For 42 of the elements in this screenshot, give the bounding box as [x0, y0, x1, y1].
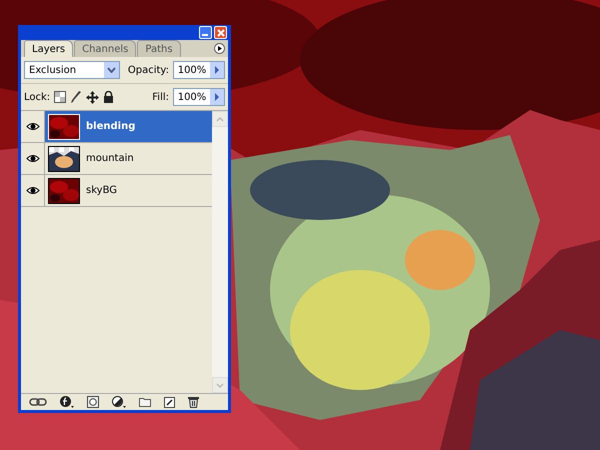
- layer-thumbnail: [48, 114, 80, 140]
- layer-style-icon[interactable]: [60, 396, 74, 408]
- panel-tab[interactable]: Layers: [24, 40, 74, 57]
- fill-field[interactable]: 100%: [173, 88, 225, 106]
- fill-label: Fill:: [152, 90, 169, 104]
- lock-label: Lock:: [24, 90, 50, 104]
- close-button[interactable]: [214, 26, 227, 39]
- caret-icon: [106, 67, 116, 73]
- layer-row[interactable]: mountain: [45, 143, 212, 174]
- layer-thumbnail: [48, 146, 80, 172]
- eye-icon[interactable]: [26, 154, 40, 163]
- panel-menu-button[interactable]: [214, 43, 225, 54]
- adjustment-layer-icon[interactable]: [112, 396, 126, 408]
- arrow-icon: [214, 93, 220, 101]
- arrow-icon: [214, 66, 220, 74]
- lock-transparency-icon[interactable]: [54, 91, 66, 103]
- minimize-button[interactable]: [199, 26, 212, 39]
- trash-icon[interactable]: [188, 396, 199, 408]
- brush-icon[interactable]: [70, 90, 82, 104]
- new-layer-icon[interactable]: [164, 396, 175, 408]
- eye-icon[interactable]: [26, 122, 40, 131]
- layer-name: blending: [86, 120, 136, 134]
- move-icon[interactable]: [86, 90, 100, 104]
- link-icon[interactable]: [29, 398, 47, 406]
- blend-mode-dropdown[interactable]: Exclusion: [24, 61, 120, 79]
- menu-arrow-icon: [215, 44, 224, 53]
- opacity-slider-button[interactable]: [210, 62, 224, 78]
- eye-icon[interactable]: [26, 186, 40, 195]
- layer-name: mountain: [86, 152, 134, 166]
- fill-slider-button[interactable]: [210, 89, 224, 105]
- opacity-field[interactable]: 100%: [173, 61, 225, 79]
- opacity-label: Opacity:: [128, 64, 169, 78]
- panel-tab[interactable]: Paths: [137, 40, 181, 57]
- layer-row[interactable]: blending: [45, 111, 212, 142]
- close-icon: [216, 28, 224, 36]
- layer-mask-icon[interactable]: [87, 396, 99, 408]
- layer-name: skyBG: [86, 184, 117, 198]
- folder-icon[interactable]: [139, 397, 151, 407]
- panel-tab[interactable]: Channels: [74, 40, 136, 57]
- layer-row[interactable]: skyBG: [45, 175, 212, 206]
- lock-icon[interactable]: [103, 91, 114, 103]
- layer-thumbnail: [48, 178, 80, 204]
